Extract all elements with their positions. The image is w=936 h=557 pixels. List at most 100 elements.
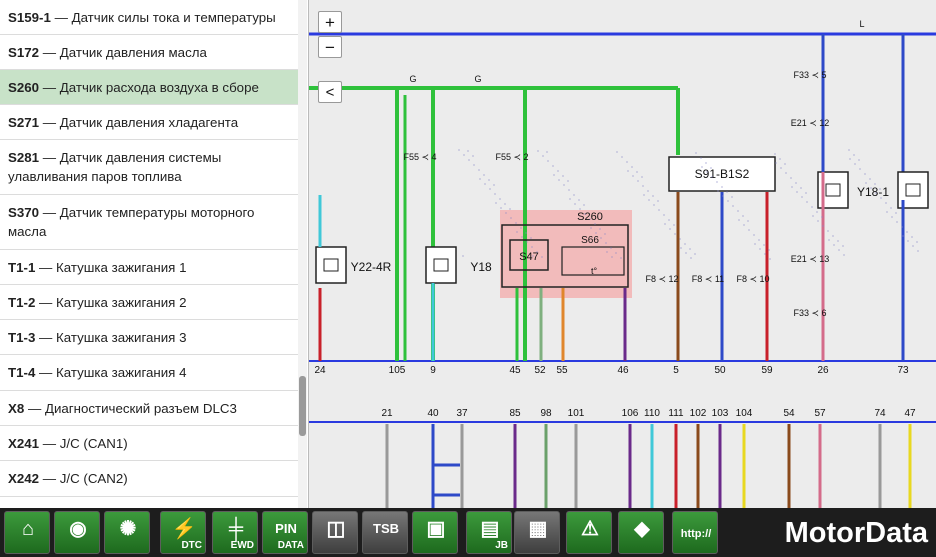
watermark-dot xyxy=(916,241,918,243)
watermark-dot xyxy=(478,169,480,171)
watermark-dot xyxy=(657,200,659,202)
watermark-dot xyxy=(599,228,601,230)
toolbar-button-warning[interactable]: ⚠ xyxy=(566,511,612,554)
jb-icon: ▤ xyxy=(480,518,500,540)
component-list-item-text: S260 — Датчик расхода воздуха в сборе xyxy=(8,78,290,97)
component-list-item[interactable]: S281 — Датчик давления системы улавливан… xyxy=(0,140,298,195)
watermark-dot xyxy=(541,256,543,258)
bus1-pin-number: 24 xyxy=(314,365,326,376)
component-list-item[interactable]: X242 — J/C (CAN2) xyxy=(0,461,298,497)
component-list-panel: S159-1 — Датчик силы тока и температуры S… xyxy=(0,0,309,508)
watermark-dot xyxy=(738,219,740,221)
component-list-item-text: S281 — Датчик давления системы улавливан… xyxy=(8,148,290,186)
watermark-dot xyxy=(754,243,756,245)
component-code: S281 xyxy=(8,150,40,165)
component-list-item[interactable]: S260 — Датчик расхода воздуха в сборе xyxy=(0,70,298,105)
component-description: — Датчик давления системы улавливания па… xyxy=(8,150,222,184)
wiring-diagram-view[interactable]: L G G S91-B1S2 Y22-4R Y18 Y18-1 S260 S47 S66 t° F55… xyxy=(309,0,936,508)
component-code: S159-1 xyxy=(8,9,51,25)
watermark-dot xyxy=(573,194,575,196)
watermark-dot xyxy=(842,245,844,247)
watermark-dot xyxy=(616,151,618,153)
watermark-dot xyxy=(832,235,834,237)
component-label-s47: S47 xyxy=(519,251,539,263)
zoom-in-button[interactable]: + xyxy=(318,11,342,33)
toolbar-button-home[interactable]: ⌂ xyxy=(4,511,50,554)
watermark-dot xyxy=(912,245,914,247)
watermark-dot xyxy=(627,170,629,172)
component-list-item[interactable]: S172 — Датчик давления масла xyxy=(0,35,298,70)
component-list-item[interactable]: T1-1 — Катушка зажигания 1 xyxy=(0,250,298,285)
zoom-out-button[interactable]: − xyxy=(318,36,342,58)
component-label-t-symbol: t° xyxy=(591,266,598,276)
toolbar-button-multimeter[interactable]: ◫ xyxy=(312,511,358,554)
toolbar-button-http[interactable]: http:// xyxy=(672,511,718,554)
watermark-dot xyxy=(763,244,765,246)
toolbar-button-grid[interactable]: ▦ xyxy=(514,511,560,554)
watermark-dot xyxy=(583,204,585,206)
component-code: T1-4 xyxy=(8,365,36,380)
fuse-label: F55 ≺ 2 xyxy=(495,152,528,162)
gear-icon: ✺ xyxy=(119,518,137,540)
component-list-item[interactable]: T1-2 — Катушка зажигания 2 xyxy=(0,285,298,320)
watermark-dot xyxy=(701,166,703,168)
collapse-sidebar-button[interactable]: < xyxy=(318,81,342,103)
component-label-y181: Y18-1 xyxy=(857,185,889,199)
wire-label: G xyxy=(409,74,416,84)
watermark-dot xyxy=(828,239,830,241)
watermark-dot xyxy=(536,251,538,253)
component-list-item[interactable]: T1-3 — Катушка зажигания 3 xyxy=(0,320,298,355)
watermark-dot xyxy=(795,182,797,184)
watermark-dot xyxy=(510,217,512,219)
toolbar-button-label: DATA xyxy=(277,540,304,551)
engine-icon: ◉ xyxy=(69,518,87,540)
watermark-dot xyxy=(705,162,707,164)
sidebar-scrollbar-thumb[interactable] xyxy=(299,376,306,436)
watermark-dot xyxy=(526,241,528,243)
component-description: — Катушка зажигания 4 xyxy=(35,365,187,380)
watermark-dot xyxy=(557,170,559,172)
watermark-dot xyxy=(870,187,872,189)
component-list-item[interactable]: X8 — Диагностический разъем DLC3 xyxy=(0,391,298,426)
toolbar-button-gear[interactable]: ✺ xyxy=(104,511,150,554)
wire-label: G xyxy=(474,74,481,84)
tsb-icon: TSB xyxy=(373,521,399,536)
watermark-dot xyxy=(552,165,554,167)
watermark-dot xyxy=(553,174,555,176)
fuse-label: F33 ≺ 5 xyxy=(793,70,826,80)
watermark-dot xyxy=(516,231,518,233)
watermark-dot xyxy=(462,255,464,257)
toolbar-button-engine[interactable]: ◉ xyxy=(54,511,100,554)
watermark-dot xyxy=(589,218,591,220)
toolbar-button-pin-data[interactable]: PIN DATA xyxy=(262,511,308,554)
watermark-dot xyxy=(816,211,818,213)
component-list-item-text: X8 — Диагностический разъем DLC3 xyxy=(8,399,290,418)
component-list-item-text: T1-2 — Катушка зажигания 2 xyxy=(8,293,290,312)
watermark-dot xyxy=(731,196,733,198)
watermark-dot xyxy=(579,208,581,210)
toolbar-button-tsb[interactable]: TSB xyxy=(362,511,408,554)
toolbar-button-dtc[interactable]: ⚡ DTC xyxy=(160,511,206,554)
watermark-dot xyxy=(827,230,829,232)
component-list-item[interactable]: S271 — Датчик давления хладагента xyxy=(0,105,298,140)
watermark-dot xyxy=(700,157,702,159)
watermark-dot xyxy=(542,155,544,157)
toolbar-button-car[interactable]: ▣ xyxy=(412,511,458,554)
watermark-dot xyxy=(499,198,501,200)
bus1-pin-number: 26 xyxy=(817,365,829,376)
component-list-item[interactable]: T1-4 — Катушка зажигания 4 xyxy=(0,355,298,391)
component-list-item[interactable]: S370 — Датчик температуры моторного масл… xyxy=(0,195,298,250)
bus1-pin-number: 45 xyxy=(509,365,521,376)
watermark-dot xyxy=(690,257,692,259)
component-list-item[interactable]: X241 — J/C (CAN1) xyxy=(0,426,298,461)
component-list-item[interactable]: S159-1 — Датчик силы тока и температуры xyxy=(0,0,298,35)
watermark-dot xyxy=(907,240,909,242)
component-list-item-text: X241 — J/C (CAN1) xyxy=(8,434,290,453)
watermark-dot xyxy=(911,236,913,238)
bus2-pin-number: 40 xyxy=(427,408,439,419)
watermark-dot xyxy=(652,195,654,197)
toolbar-button-oil[interactable]: ◆ xyxy=(618,511,664,554)
toolbar-button-jb[interactable]: ▤ JB xyxy=(466,511,512,554)
toolbar-button-ewd[interactable]: ╪ EWD xyxy=(212,511,258,554)
component-list-item-text: S271 — Датчик давления хладагента xyxy=(8,113,290,132)
